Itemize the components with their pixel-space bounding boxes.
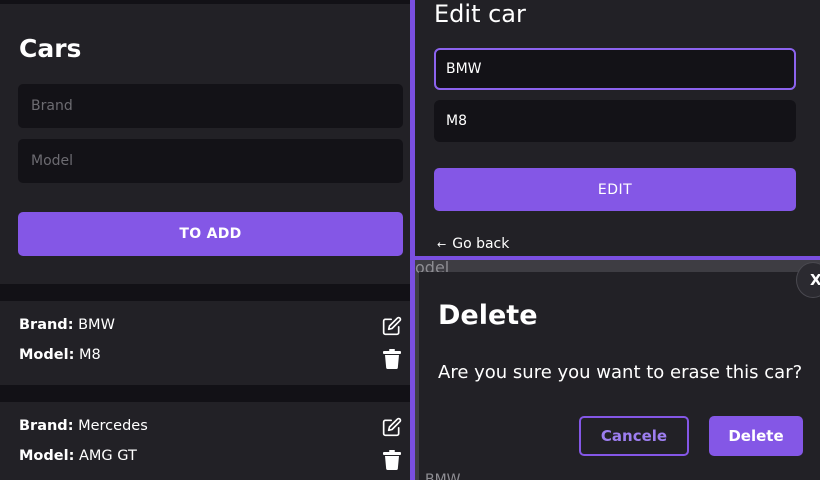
dialog-message: Are you sure you want to erase this car? [438, 362, 803, 383]
trash-icon[interactable] [383, 450, 401, 470]
close-label: X [810, 271, 820, 289]
model-label: Model: [19, 448, 75, 464]
edit-model-input[interactable] [434, 100, 796, 142]
edit-brand-input[interactable] [434, 48, 796, 90]
edit-icon[interactable] [382, 316, 402, 336]
cars-panel: Cars TO ADD Brand: BMW Model: M8 Brand: … [0, 0, 410, 480]
brand-label: Brand: [19, 317, 74, 333]
add-car-button[interactable]: TO ADD [18, 212, 403, 256]
go-back-link[interactable]: ← Go back [437, 236, 509, 252]
car-brand-row: Brand: BMW [19, 317, 115, 333]
edit-car-panel: Edit car EDIT ← Go back [415, 0, 820, 256]
page-title: Cars [19, 34, 82, 63]
trash-icon[interactable] [383, 349, 401, 369]
go-back-label: Go back [452, 236, 510, 252]
model-value: M8 [78, 347, 101, 363]
delete-button[interactable]: Delete [709, 416, 803, 456]
car-model-row: Model: M8 [19, 347, 101, 363]
cancel-button[interactable]: Cancele [579, 416, 689, 456]
car-list-item: Brand: BMW Model: M8 [0, 301, 410, 385]
model-input[interactable] [18, 139, 403, 183]
edit-title: Edit car [434, 0, 526, 28]
arrow-left-icon: ← [437, 237, 447, 251]
edit-icon[interactable] [382, 417, 402, 437]
car-model-row: Model: AMG GT [19, 448, 137, 464]
model-label: Model: [19, 347, 75, 363]
background-text: BMW [425, 472, 461, 480]
brand-input[interactable] [18, 84, 403, 128]
car-list-item: Brand: Mercedes Model: AMG GT [0, 402, 410, 480]
add-car-form: Cars TO ADD [0, 4, 410, 284]
brand-value: Mercedes [78, 418, 148, 434]
car-brand-row: Brand: Mercedes [19, 418, 148, 434]
brand-label: Brand: [19, 418, 74, 434]
dialog-title: Delete [438, 300, 538, 331]
brand-value: BMW [78, 317, 115, 333]
edit-button[interactable]: EDIT [434, 168, 796, 211]
model-value: AMG GT [78, 448, 137, 464]
